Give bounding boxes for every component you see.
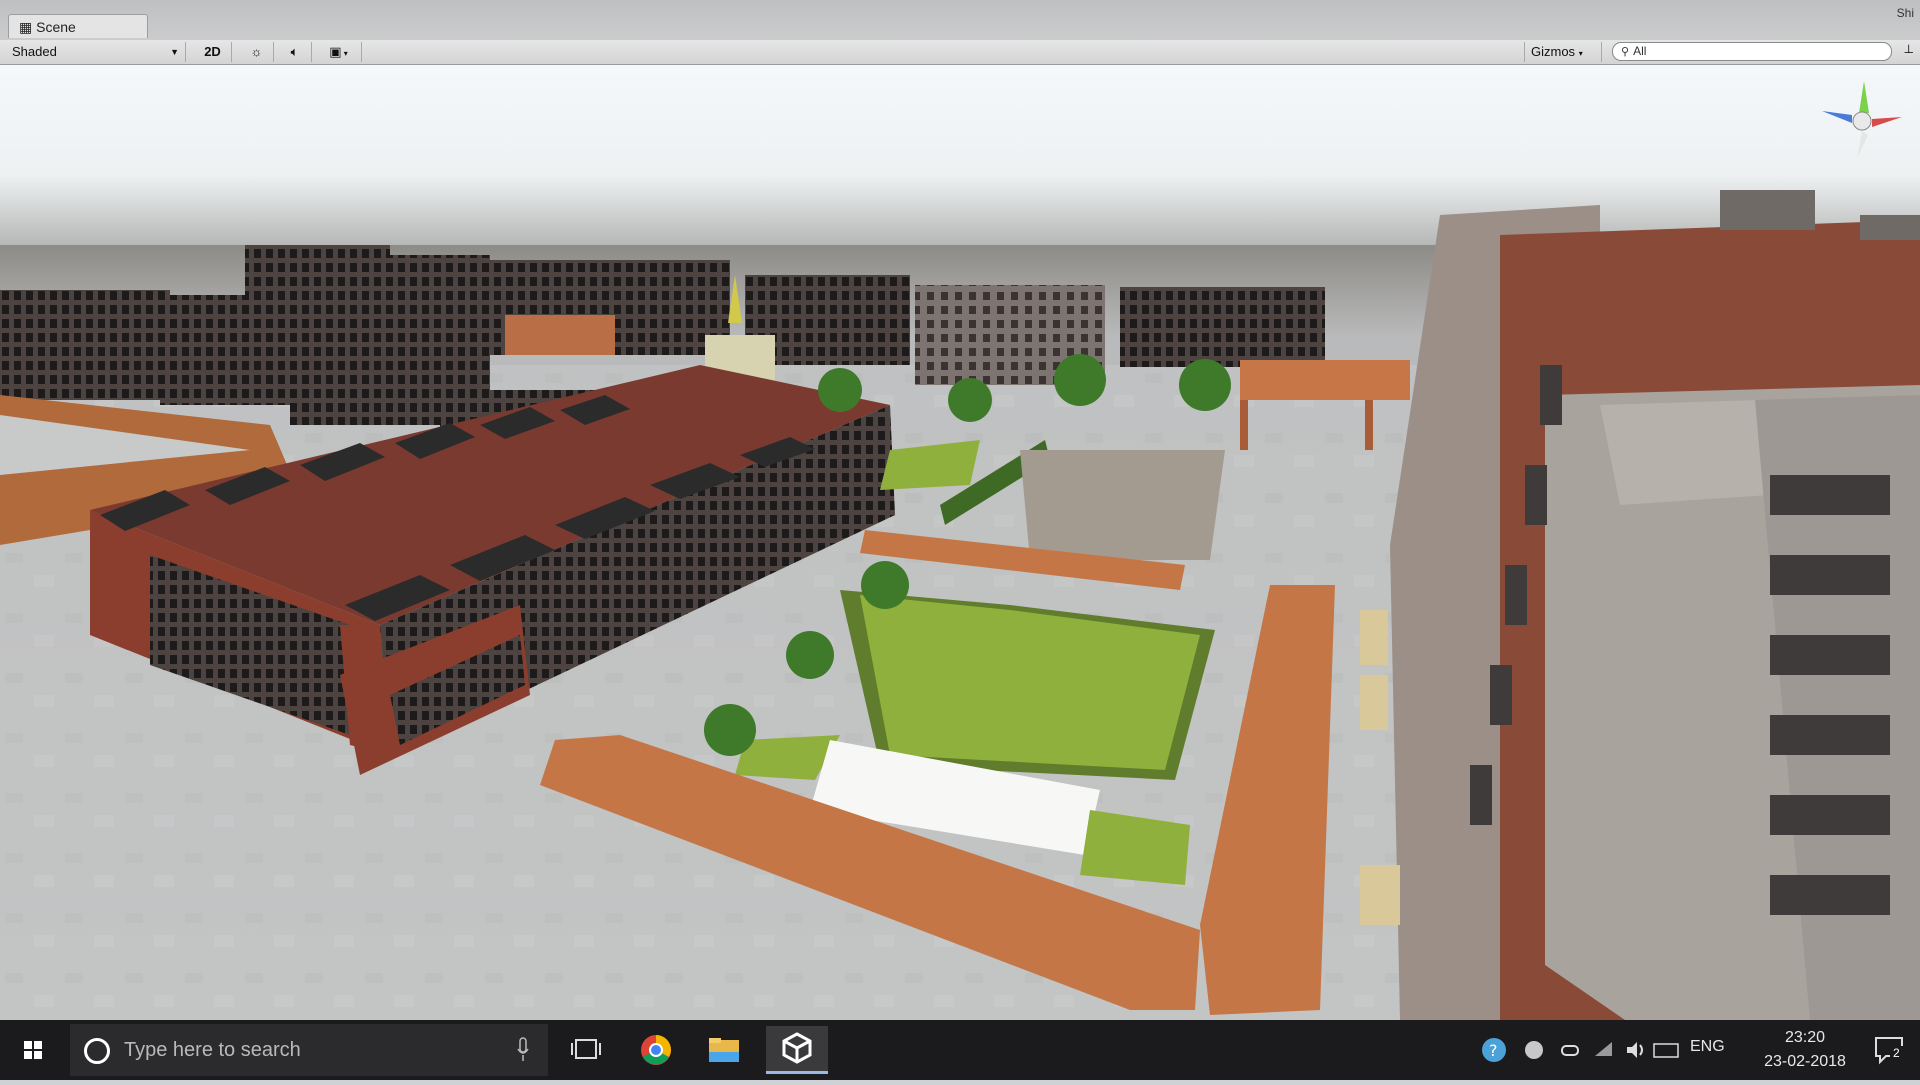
clock-date: 23-02-2018 (1764, 1053, 1846, 1070)
start-button[interactable] (0, 1020, 66, 1080)
tower-building (1360, 190, 1920, 1020)
lighting-toggle-button[interactable]: ☼ (240, 42, 274, 62)
pin-icon[interactable]: ⊥ (1904, 42, 1914, 56)
chevron-down-icon: ▾ (341, 49, 348, 58)
audio-toggle-button[interactable]: 🔈︎ (278, 42, 312, 62)
gizmos-dropdown[interactable]: Gizmos ▾ (1524, 42, 1602, 62)
file-explorer-icon[interactable] (698, 1028, 750, 1072)
windows-taskbar: Type here to search ? ENG 23:20 23-02-20… (0, 1020, 1920, 1080)
speaker-icon: 🔈︎ (290, 44, 299, 59)
chrome-icon[interactable] (630, 1028, 682, 1072)
microphone-icon[interactable] (516, 1037, 530, 1063)
onedrive-icon[interactable] (1556, 1036, 1584, 1064)
effects-toggle-button[interactable]: ▣ ▾ (316, 42, 362, 62)
shading-mode-label: Shaded (12, 44, 57, 59)
chevron-down-icon: ▼ (170, 47, 179, 57)
svg-text:?: ? (1489, 1041, 1498, 1060)
clock-time: 23:20 (1784, 1029, 1826, 1046)
3d-scene-render (0, 65, 1920, 1020)
image-icon: ▣ (329, 44, 342, 59)
tab-bar: ▦ Scene Shi (0, 0, 1920, 41)
language-indicator[interactable]: ENG (1690, 1038, 1725, 1056)
wifi-icon[interactable] (1590, 1036, 1618, 1064)
tab-corner-label: Shi (1896, 6, 1914, 20)
orientation-gizmo-icon[interactable] (1812, 73, 1912, 173)
chevron-down-icon: ▾ (1578, 49, 1583, 58)
scene-tab-label: Scene (36, 19, 76, 35)
sun-icon: ☼ (250, 44, 263, 59)
speaker-volume-icon[interactable] (1622, 1036, 1650, 1064)
task-view-icon[interactable] (560, 1028, 612, 1072)
scene-viewport[interactable] (0, 65, 1920, 1020)
gizmos-label: Gizmos (1531, 44, 1576, 59)
cortana-circle-icon (84, 1038, 110, 1064)
shading-mode-dropdown[interactable]: Shaded ▼ (6, 42, 186, 62)
taskbar-search-input[interactable]: Type here to search (70, 1024, 548, 1076)
scene-search-input[interactable]: ⚲ All (1612, 42, 1892, 61)
unity-logo-icon (782, 1032, 812, 1064)
unity-scene-window: ▦ Scene Shi Shaded ▼ 2D ☼ 🔈︎ ▣ ▾ Gizmos … (0, 0, 1920, 1020)
2d-toggle-button[interactable]: 2D (194, 42, 232, 62)
help-icon[interactable]: ? (1480, 1036, 1508, 1064)
unity-taskbar-app[interactable] (766, 1026, 828, 1074)
taskbar-search-placeholder: Type here to search (124, 1039, 301, 1061)
windows-logo-icon (24, 1041, 42, 1059)
search-placeholder: All (1633, 44, 1647, 58)
notification-count: 2 (1890, 1046, 1903, 1060)
action-center-button[interactable]: 2 (1872, 1034, 1908, 1066)
network-globe-icon[interactable] (1520, 1036, 1548, 1064)
scene-grid-icon: ▦ (19, 19, 37, 35)
tab-scene[interactable]: ▦ Scene (8, 14, 148, 38)
search-icon: ⚲ (1621, 46, 1630, 58)
scene-toolbar: Shaded ▼ 2D ☼ 🔈︎ ▣ ▾ Gizmos ▾ ⚲ All ⊥ (0, 40, 1920, 65)
keyboard-icon[interactable] (1652, 1036, 1680, 1064)
clock[interactable]: 23:20 23-02-2018 (1750, 1026, 1860, 1074)
